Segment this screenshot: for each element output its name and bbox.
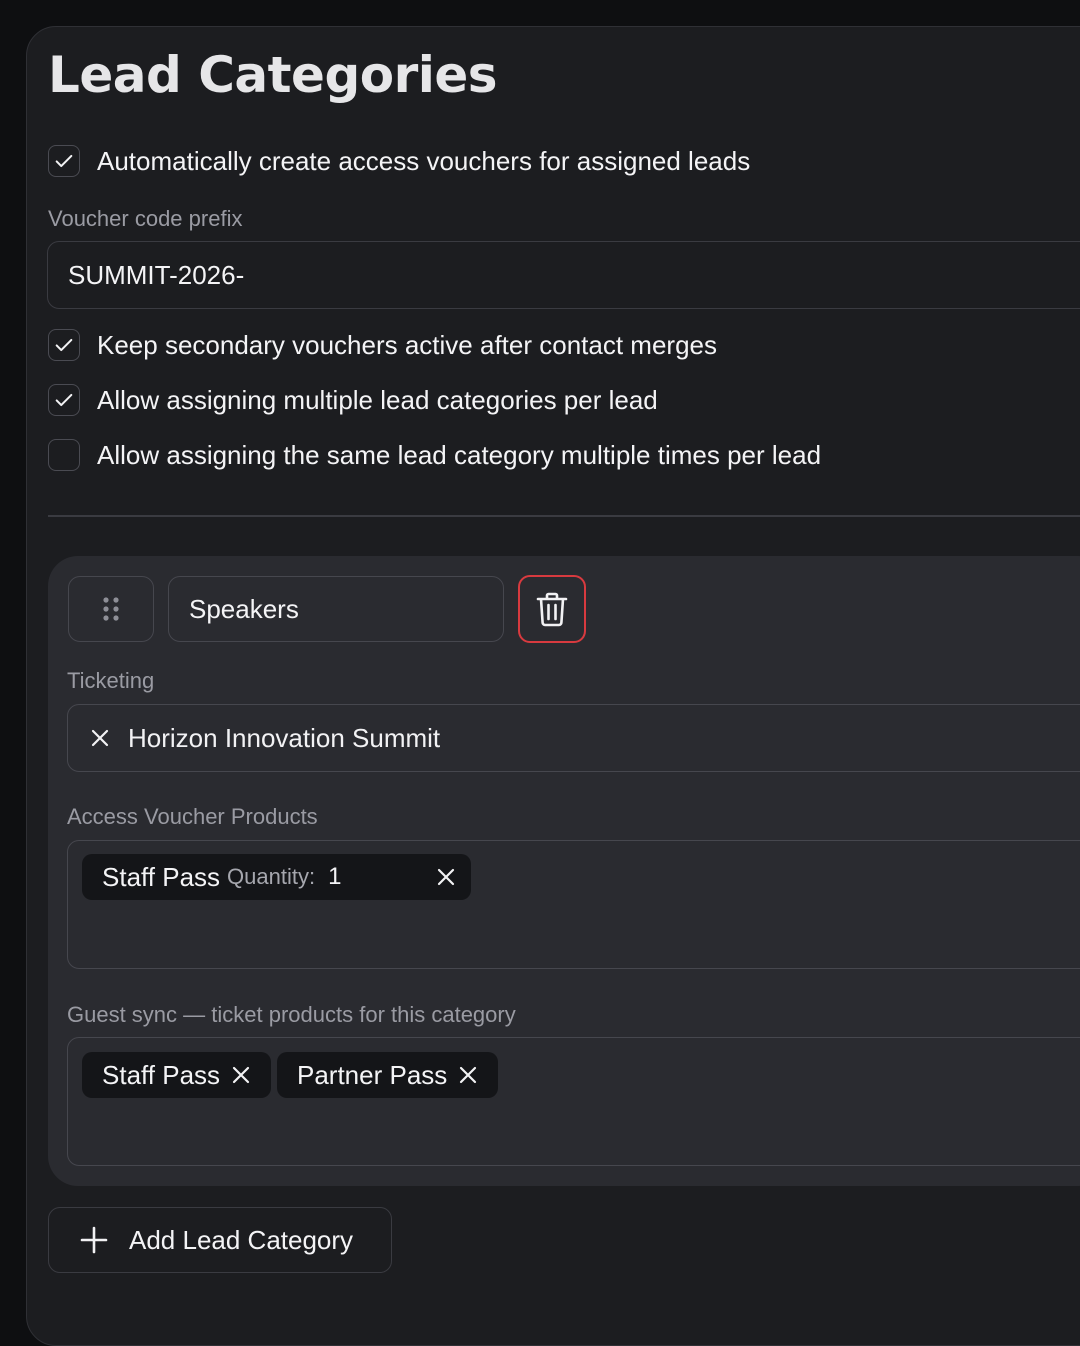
drag-handle[interactable] bbox=[68, 576, 154, 642]
check-icon bbox=[55, 393, 73, 407]
page-title: Lead Categories bbox=[48, 46, 498, 104]
drag-handle-icon bbox=[103, 597, 119, 621]
allow-same-category-checkbox[interactable] bbox=[48, 439, 80, 471]
close-icon bbox=[232, 1066, 250, 1084]
close-icon bbox=[91, 729, 109, 747]
ticketing-select[interactable]: Horizon Innovation Summit bbox=[67, 704, 1080, 772]
check-icon bbox=[55, 338, 73, 352]
close-icon bbox=[437, 868, 455, 886]
access-product-chip: Staff Pass Quantity: 1 bbox=[82, 854, 471, 900]
allow-multiple-categories-option[interactable]: Allow assigning multiple lead categories… bbox=[48, 384, 658, 416]
auto-create-vouchers-checkbox[interactable] bbox=[48, 145, 80, 177]
remove-guest-sync-product-button[interactable] bbox=[232, 1066, 250, 1084]
keep-secondary-vouchers-label: Keep secondary vouchers active after con… bbox=[97, 329, 717, 360]
access-products-label: Access Voucher Products bbox=[67, 804, 318, 829]
allow-multiple-categories-checkbox[interactable] bbox=[48, 384, 80, 416]
voucher-prefix-input[interactable]: SUMMIT-2026- bbox=[47, 241, 1080, 309]
guest-sync-label: Guest sync — ticket products for this ca… bbox=[67, 1002, 516, 1027]
category-name-input[interactable]: Speakers bbox=[168, 576, 504, 642]
allow-same-category-option[interactable]: Allow assigning the same lead category m… bbox=[48, 439, 821, 471]
guest-sync-product-name: Staff Pass bbox=[102, 1059, 221, 1090]
guest-sync-product-name: Partner Pass bbox=[297, 1059, 448, 1090]
allow-multiple-categories-label: Allow assigning multiple lead categories… bbox=[97, 384, 658, 415]
quantity-label: Quantity: bbox=[227, 864, 316, 889]
auto-create-vouchers-option[interactable]: Automatically create access vouchers for… bbox=[48, 145, 750, 177]
access-product-name: Staff Pass bbox=[102, 861, 221, 892]
quantity-value[interactable]: 1 bbox=[328, 863, 341, 891]
keep-secondary-vouchers-checkbox[interactable] bbox=[48, 329, 80, 361]
remove-guest-sync-product-button[interactable] bbox=[459, 1066, 477, 1084]
check-icon bbox=[55, 154, 73, 168]
remove-access-product-button[interactable] bbox=[437, 868, 455, 886]
voucher-prefix-value: SUMMIT-2026- bbox=[68, 259, 245, 290]
ticketing-value: Horizon Innovation Summit bbox=[128, 723, 441, 753]
voucher-prefix-label: Voucher code prefix bbox=[48, 206, 243, 231]
keep-secondary-vouchers-option[interactable]: Keep secondary vouchers active after con… bbox=[48, 329, 717, 361]
section-divider bbox=[48, 515, 1080, 517]
add-lead-category-label: Add Lead Category bbox=[129, 1224, 354, 1255]
remove-ticketing-button[interactable] bbox=[90, 728, 110, 753]
category-name-value: Speakers bbox=[189, 593, 299, 624]
auto-create-vouchers-label: Automatically create access vouchers for… bbox=[97, 145, 751, 176]
plus-icon bbox=[80, 1226, 108, 1254]
trash-icon bbox=[536, 592, 568, 627]
add-lead-category-button[interactable]: Add Lead Category bbox=[48, 1207, 392, 1273]
ticketing-label: Ticketing bbox=[67, 668, 155, 693]
delete-category-button[interactable] bbox=[518, 575, 586, 643]
guest-sync-chip: Partner Pass bbox=[277, 1052, 498, 1098]
close-icon bbox=[460, 1066, 477, 1084]
allow-same-category-label: Allow assigning the same lead category m… bbox=[97, 439, 822, 470]
guest-sync-chip: Staff Pass bbox=[82, 1052, 271, 1098]
